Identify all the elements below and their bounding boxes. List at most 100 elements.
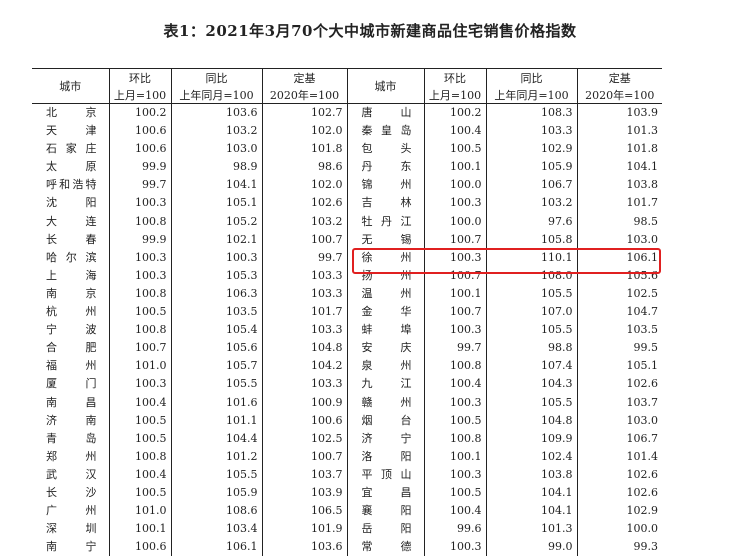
table-row: 福州 101.0 105.7 104.2 泉州 100.8 107.4 105.1 bbox=[32, 357, 662, 376]
city-name: 武汉 bbox=[46, 467, 97, 481]
yoy-value: 104.8 bbox=[485, 411, 577, 430]
base-value: 105.1 bbox=[576, 357, 662, 376]
yoy-value: 105.5 bbox=[485, 284, 577, 304]
mom-value: 100.8 bbox=[108, 212, 171, 231]
city-name: 宜昌 bbox=[346, 483, 424, 503]
base-value: 103.9 bbox=[261, 483, 347, 503]
yoy-value: 105.5 bbox=[485, 321, 577, 340]
mom-value: 100.0 bbox=[423, 212, 486, 231]
mom-value: 100.3 bbox=[423, 194, 486, 213]
table-row: 宁波 100.8 105.4 103.3 蚌埠 100.3 105.5 103.5 bbox=[32, 321, 662, 340]
mom-value: 100.8 bbox=[423, 429, 486, 448]
city-name: 吉林 bbox=[346, 194, 424, 213]
base-value: 101.7 bbox=[576, 194, 662, 213]
city-name: 哈尔滨 bbox=[46, 250, 97, 264]
mom-value: 100.3 bbox=[423, 538, 486, 557]
city-name: 常德 bbox=[346, 538, 424, 557]
base-value: 102.6 bbox=[261, 194, 347, 213]
yoy-value: 101.3 bbox=[485, 520, 577, 539]
city-name: 上海 bbox=[46, 268, 97, 282]
table-row: 大连 100.8 105.2 103.2 牡丹江 100.0 97.6 98.5 bbox=[32, 212, 662, 231]
yoy-value: 106.3 bbox=[170, 284, 262, 304]
yoy-value: 105.7 bbox=[170, 357, 262, 376]
city-name: 平顶山 bbox=[346, 465, 424, 484]
base-value: 104.2 bbox=[261, 357, 347, 376]
header-yoy-right: 同比 bbox=[485, 68, 577, 86]
base-value: 102.5 bbox=[261, 429, 347, 448]
base-value: 101.7 bbox=[261, 303, 347, 322]
table-row: 青岛 100.5 104.4 102.5 济宁 100.8 109.9 106.7 bbox=[32, 429, 662, 448]
mom-value: 99.7 bbox=[423, 339, 486, 358]
city-name: 福州 bbox=[46, 359, 97, 373]
yoy-value: 102.1 bbox=[170, 230, 262, 249]
table-body: 北京 100.2 103.6 102.7 唐山 100.2 108.3 103.9 天津 100.… bbox=[32, 103, 662, 557]
base-value: 103.0 bbox=[576, 411, 662, 430]
yoy-value: 107.0 bbox=[485, 303, 577, 322]
table-row: 沈阳 100.3 105.1 102.6 吉林 100.3 103.2 101.7 bbox=[32, 194, 662, 213]
yoy-value: 103.2 bbox=[485, 194, 577, 213]
city-name: 石家庄 bbox=[46, 142, 97, 156]
base-value: 100.9 bbox=[261, 393, 347, 412]
yoy-value: 103.8 bbox=[485, 465, 577, 484]
mom-value: 99.7 bbox=[108, 176, 171, 195]
city-name: 青岛 bbox=[46, 431, 97, 445]
base-value: 98.5 bbox=[576, 212, 662, 231]
city-name: 蚌埠 bbox=[346, 321, 424, 340]
mom-value: 99.9 bbox=[108, 158, 171, 177]
city-name: 泉州 bbox=[346, 357, 424, 376]
base-value: 103.3 bbox=[261, 375, 347, 394]
base-value: 103.0 bbox=[576, 230, 662, 249]
table-row: 太原 99.9 98.9 98.6 丹东 100.1 105.9 104.1 bbox=[32, 158, 662, 177]
mom-value: 100.4 bbox=[108, 465, 171, 484]
mom-value: 100.1 bbox=[423, 158, 486, 177]
base-value: 101.3 bbox=[576, 122, 662, 141]
mom-value: 100.3 bbox=[108, 248, 171, 267]
subheader-yoy-right: 上年同月=100 bbox=[485, 86, 577, 104]
city-name: 大连 bbox=[46, 214, 97, 228]
yoy-value: 103.5 bbox=[170, 303, 262, 322]
yoy-value: 101.1 bbox=[170, 411, 262, 430]
subheader-base-left: 2020年=100 bbox=[261, 86, 347, 104]
mom-value: 100.4 bbox=[423, 502, 486, 521]
base-value: 101.4 bbox=[576, 447, 662, 466]
table-row: 北京 100.2 103.6 102.7 唐山 100.2 108.3 103.9 bbox=[32, 103, 662, 123]
yoy-value: 105.9 bbox=[485, 158, 577, 177]
city-name: 牡丹江 bbox=[346, 212, 424, 231]
yoy-value: 105.2 bbox=[170, 212, 262, 231]
base-value: 103.8 bbox=[576, 176, 662, 195]
table-title: 表1：2021年3月70个大中城市新建商品住宅销售价格指数 bbox=[163, 22, 577, 40]
yoy-value: 106.1 bbox=[170, 538, 262, 557]
city-name: 合肥 bbox=[46, 341, 97, 355]
table-row: 天津 100.6 103.2 102.0 秦皇岛 100.4 103.3 101.3 bbox=[32, 122, 662, 141]
subheader-base-right: 2020年=100 bbox=[576, 86, 662, 104]
table-row: 石家庄 100.6 103.0 101.8 包头 100.5 102.9 101.8 bbox=[32, 140, 662, 159]
subheader-yoy-left: 上年同月=100 bbox=[170, 86, 262, 104]
city-name: 襄阳 bbox=[346, 502, 424, 521]
mom-value: 100.6 bbox=[108, 538, 171, 557]
city-name: 呼和浩特 bbox=[46, 178, 97, 192]
mom-value: 100.5 bbox=[423, 411, 486, 430]
city-name: 杭州 bbox=[46, 305, 97, 319]
table-row: 南京 100.8 106.3 103.3 温州 100.1 105.5 102.5 bbox=[32, 284, 662, 304]
base-value: 102.9 bbox=[576, 502, 662, 521]
city-name: 南昌 bbox=[46, 395, 97, 409]
mom-value: 100.6 bbox=[108, 140, 171, 159]
city-name: 天津 bbox=[46, 124, 97, 138]
yoy-value: 102.4 bbox=[485, 447, 577, 466]
mom-value: 100.8 bbox=[108, 447, 171, 466]
yoy-value: 105.6 bbox=[170, 339, 262, 358]
header-mom-right: 环比 bbox=[423, 68, 486, 86]
table-row: 厦门 100.3 105.5 103.3 九江 100.4 104.3 102.6 bbox=[32, 375, 662, 394]
yoy-value: 103.3 bbox=[485, 122, 577, 141]
base-value: 99.7 bbox=[261, 248, 347, 267]
base-value: 99.3 bbox=[576, 538, 662, 557]
yoy-value: 103.6 bbox=[170, 103, 262, 123]
highlight-box bbox=[352, 248, 661, 274]
yoy-value: 106.7 bbox=[485, 176, 577, 195]
yoy-value: 105.1 bbox=[170, 194, 262, 213]
mom-value: 100.4 bbox=[108, 393, 171, 412]
base-value: 100.6 bbox=[261, 411, 347, 430]
mom-value: 100.0 bbox=[423, 176, 486, 195]
yoy-value: 109.9 bbox=[485, 429, 577, 448]
table-row: 长沙 100.5 105.9 103.9 宜昌 100.5 104.1 102.6 bbox=[32, 483, 662, 503]
